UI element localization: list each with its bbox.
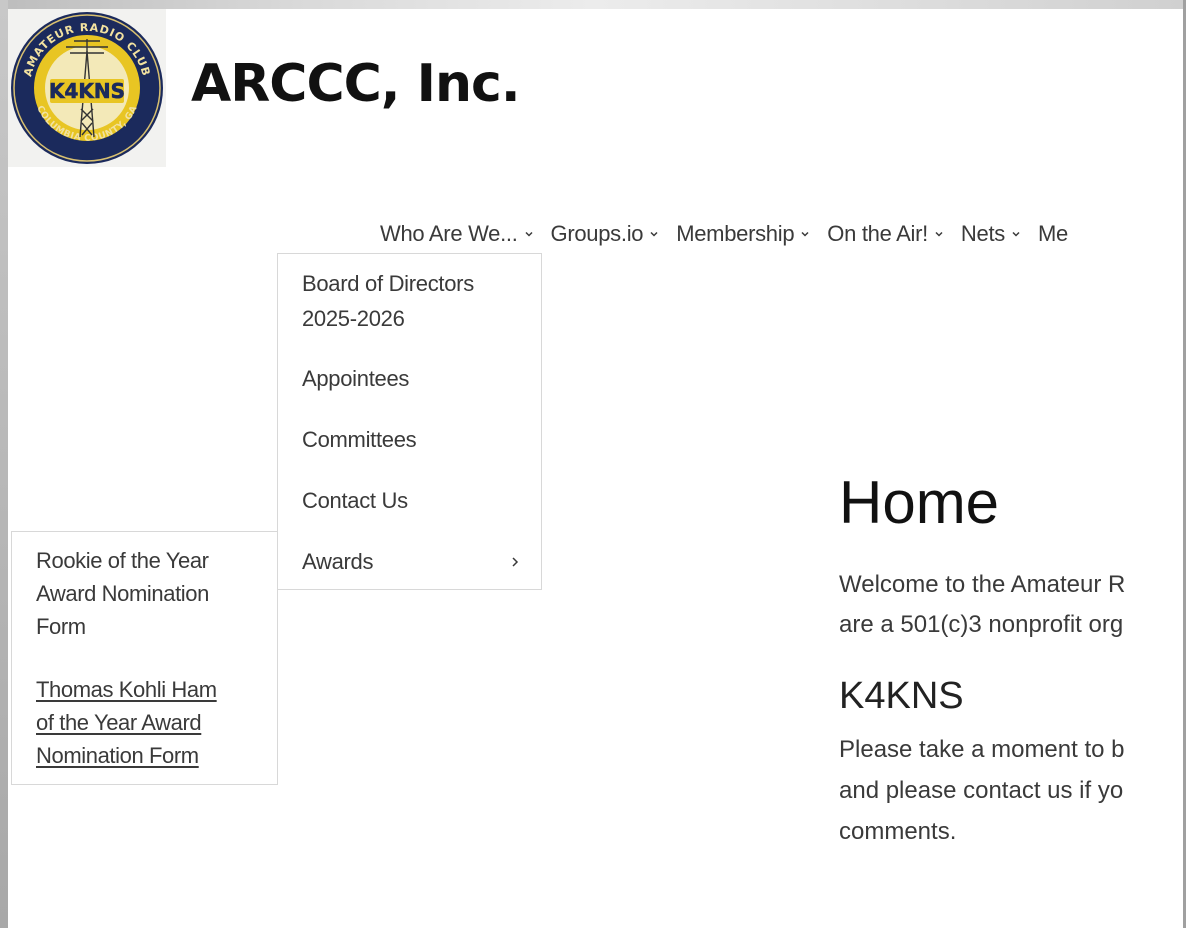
chevron-down-icon	[650, 231, 658, 237]
submenu-item-awards[interactable]: Awards	[302, 544, 532, 579]
main-nav: Who Are We... Groups.io Membership On th…	[380, 221, 1084, 247]
who-are-we-submenu: Board of Directors 2025-2026 Appointees …	[277, 253, 542, 590]
nav-item-label: Groups.io	[550, 221, 644, 246]
flyout-item-label: Rookie of the Year	[36, 548, 209, 573]
awards-flyout: Rookie of the Year Award Nomination Form…	[11, 531, 278, 785]
nav-item-label: On the Air!	[827, 221, 928, 246]
callsign-heading: K4KNS	[839, 675, 964, 717]
nav-item-groups-io[interactable]: Groups.io	[551, 221, 661, 247]
flyout-item-label: Award Nomination	[36, 581, 209, 606]
welcome-paragraph: Welcome to the Amateur R are a 501(c)3 n…	[839, 565, 1125, 645]
nav-item-label: Membership	[676, 221, 795, 246]
chevron-down-icon	[525, 231, 533, 237]
intro-line: comments.	[839, 818, 957, 845]
submenu-item-committees[interactable]: Committees	[302, 422, 417, 457]
chevron-down-icon	[1012, 231, 1020, 237]
nav-item-who-are-we[interactable]: Who Are We...	[380, 221, 535, 247]
site-logo[interactable]: AMATEUR RADIO CLUB COLUMBIA COUNTY, GA K…	[8, 9, 166, 167]
submenu-item-label: Awards	[302, 549, 374, 574]
intro-line: Please take a moment to b	[839, 736, 1125, 763]
page-heading: Home	[839, 469, 1000, 536]
page: AMATEUR RADIO CLUB COLUMBIA COUNTY, GA K…	[8, 9, 1183, 928]
submenu-item-label: Board of Directors	[302, 271, 474, 296]
flyout-item-label: of the Year Award	[36, 710, 202, 735]
submenu-item-contact-us[interactable]: Contact Us	[302, 483, 408, 518]
nav-item-on-the-air[interactable]: On the Air!	[827, 221, 945, 247]
flyout-item-label: Thomas Kohli Ham	[36, 677, 217, 702]
flyout-item-label: Nomination Form	[36, 743, 199, 768]
nav-item-label: Me	[1037, 221, 1068, 246]
flyout-item-rookie-of-the-year[interactable]: Rookie of the Year Award Nomination Form	[36, 544, 251, 643]
nav-item-nets[interactable]: Nets	[961, 221, 1022, 247]
flyout-item-label: Form	[36, 614, 86, 639]
nav-item-membership[interactable]: Membership	[676, 221, 811, 247]
chevron-down-icon	[801, 231, 809, 237]
submenu-item-board-of-directors[interactable]: Board of Directors 2025-2026	[302, 266, 474, 336]
welcome-line: are a 501(c)3 nonprofit org	[839, 611, 1124, 638]
svg-text:K4KNS: K4KNS	[49, 79, 125, 103]
intro-line: and please contact us if yo	[839, 777, 1124, 804]
nav-item-label: Nets	[960, 221, 1005, 246]
intro-paragraph: Please take a moment to b and please con…	[839, 729, 1125, 852]
site-title[interactable]: ARCCC, Inc.	[191, 53, 521, 115]
submenu-item-label: 2025-2026	[302, 306, 405, 331]
submenu-item-appointees[interactable]: Appointees	[302, 361, 409, 396]
welcome-line: Welcome to the Amateur R	[839, 571, 1126, 598]
window-frame-left	[0, 0, 8, 928]
flyout-item-ham-of-the-year[interactable]: Thomas Kohli Ham of the Year Award Nomin…	[36, 673, 251, 772]
window-frame-top	[0, 0, 1186, 9]
nav-item-label: Who Are We...	[380, 221, 518, 246]
k4kns-club-seal-icon: AMATEUR RADIO CLUB COLUMBIA COUNTY, GA K…	[11, 12, 163, 164]
chevron-down-icon	[935, 231, 943, 237]
nav-item-media-truncated[interactable]: Me	[1038, 221, 1068, 247]
chevron-right-icon	[512, 557, 519, 567]
